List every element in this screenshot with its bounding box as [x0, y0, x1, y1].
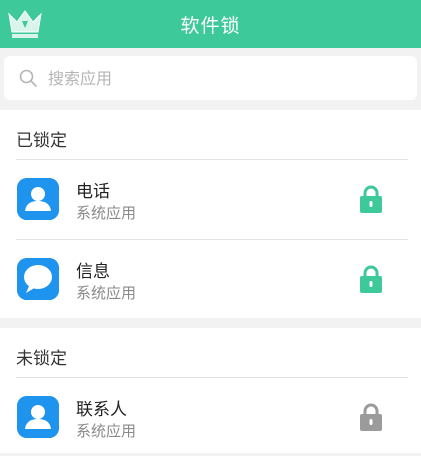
search-box[interactable]: [4, 56, 417, 100]
lock-open-icon[interactable]: [359, 402, 383, 432]
locked-section: 已锁定 电话 系统应用 信息 系统应用: [0, 110, 421, 318]
lock-closed-icon[interactable]: [359, 264, 383, 294]
search-area: [0, 48, 421, 110]
unlocked-section: 未锁定 联系人 系统应用: [0, 328, 421, 453]
app-type: 系统应用: [76, 284, 137, 302]
app-row-contacts[interactable]: 联系人 系统应用: [0, 378, 421, 456]
app-name: 信息: [76, 262, 110, 282]
app-type: 系统应用: [76, 204, 137, 222]
app-row-phone[interactable]: 电话 系统应用: [0, 160, 421, 238]
contacts-person-icon: [17, 178, 59, 220]
search-icon: [19, 69, 37, 87]
app-header: 软件锁: [0, 0, 421, 48]
app-name: 电话: [76, 182, 110, 202]
app-name: 联系人: [76, 400, 127, 420]
page-title: 软件锁: [180, 14, 241, 37]
search-input[interactable]: [46, 67, 390, 89]
contacts-person-icon: [17, 396, 59, 438]
message-bubble-icon: [17, 258, 59, 300]
locked-section-title: 已锁定: [16, 131, 67, 151]
app-type: 系统应用: [76, 422, 137, 440]
crown-icon[interactable]: [6, 8, 44, 40]
lock-closed-icon[interactable]: [359, 184, 383, 214]
unlocked-section-title: 未锁定: [16, 349, 67, 369]
app-row-messages[interactable]: 信息 系统应用: [0, 240, 421, 318]
